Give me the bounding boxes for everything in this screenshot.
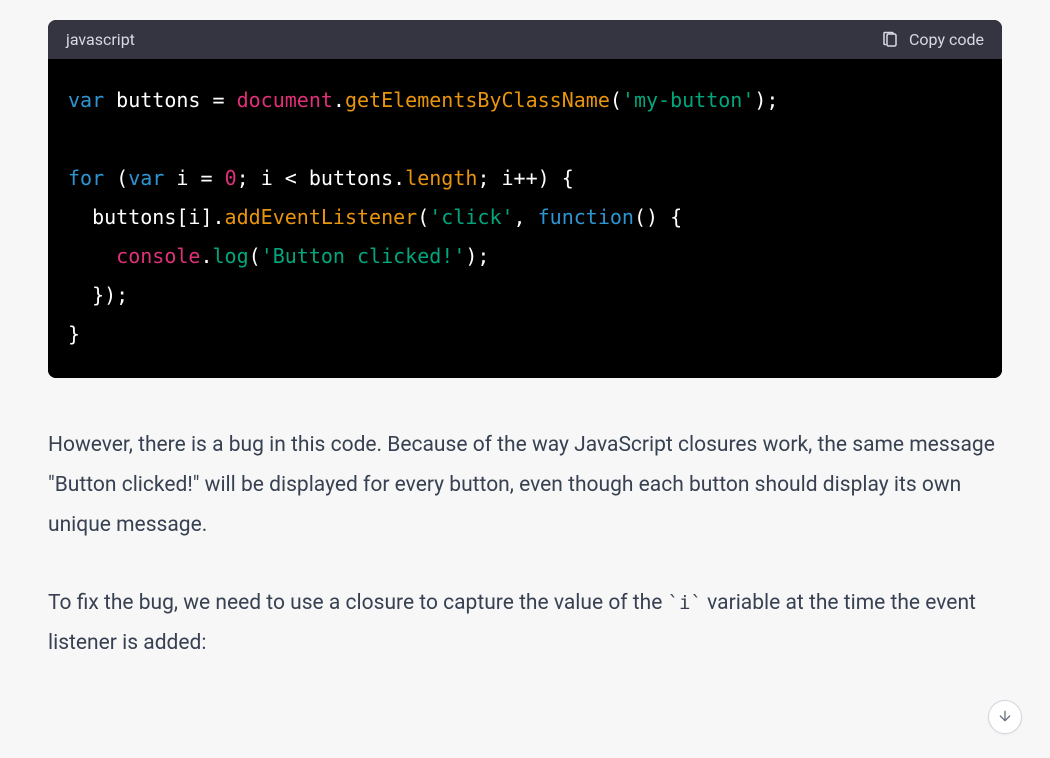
code-token: console xyxy=(116,244,200,268)
code-token xyxy=(68,244,116,268)
code-token: ( xyxy=(249,244,261,268)
text: However, there is a bug in this code. Be… xyxy=(48,433,995,537)
code-token: }); xyxy=(68,283,128,307)
code-token: function xyxy=(538,205,634,229)
inline-code: `i` xyxy=(668,592,702,614)
code-token: log xyxy=(213,244,249,268)
arrow-down-icon xyxy=(997,708,1013,727)
code-token xyxy=(68,205,92,229)
clipboard-icon xyxy=(881,31,899,49)
code-token: length xyxy=(405,166,477,190)
copy-code-label: Copy code xyxy=(909,30,984,49)
code-block-header: javascript Copy code xyxy=(48,20,1002,59)
code-token: ; i < buttons. xyxy=(237,166,406,190)
code-token: i = xyxy=(164,166,224,190)
code-body[interactable]: var buttons = document.getElementsByClas… xyxy=(48,59,1002,378)
code-token: , xyxy=(514,205,538,229)
explanation-text: However, there is a bug in this code. Be… xyxy=(48,426,1002,663)
code-token: } xyxy=(68,322,80,346)
code-token: var xyxy=(68,88,104,112)
code-token: 'click' xyxy=(429,205,513,229)
code-token: 'Button clicked!' xyxy=(261,244,466,268)
copy-code-button[interactable]: Copy code xyxy=(881,30,984,49)
code-token: ( xyxy=(104,166,128,190)
code-token: var xyxy=(128,166,164,190)
code-token: ); xyxy=(465,244,489,268)
code-token: for xyxy=(68,166,104,190)
code-token: ); xyxy=(754,88,778,112)
code-token: document xyxy=(237,88,333,112)
code-token: addEventListener xyxy=(225,205,418,229)
code-token: . xyxy=(333,88,345,112)
code-block: javascript Copy code var buttons = docum… xyxy=(48,20,1002,378)
code-token: . xyxy=(200,244,212,268)
code-token: buttons[i]. xyxy=(92,205,224,229)
code-token: getElementsByClassName xyxy=(345,88,610,112)
paragraph: To fix the bug, we need to use a closure… xyxy=(48,584,1002,664)
code-token: ( xyxy=(417,205,429,229)
text: To fix the bug, we need to use a closure… xyxy=(48,591,668,615)
paragraph: However, there is a bug in this code. Be… xyxy=(48,426,1002,546)
code-token: 0 xyxy=(225,166,237,190)
code-token: 'my-button' xyxy=(622,88,754,112)
code-language-label: javascript xyxy=(66,30,135,49)
code-token: = xyxy=(213,88,237,112)
code-token: ; i++) { xyxy=(477,166,573,190)
scroll-down-button[interactable] xyxy=(988,700,1022,734)
code-token: buttons xyxy=(104,88,212,112)
code-token: () { xyxy=(634,205,682,229)
code-token: ( xyxy=(610,88,622,112)
